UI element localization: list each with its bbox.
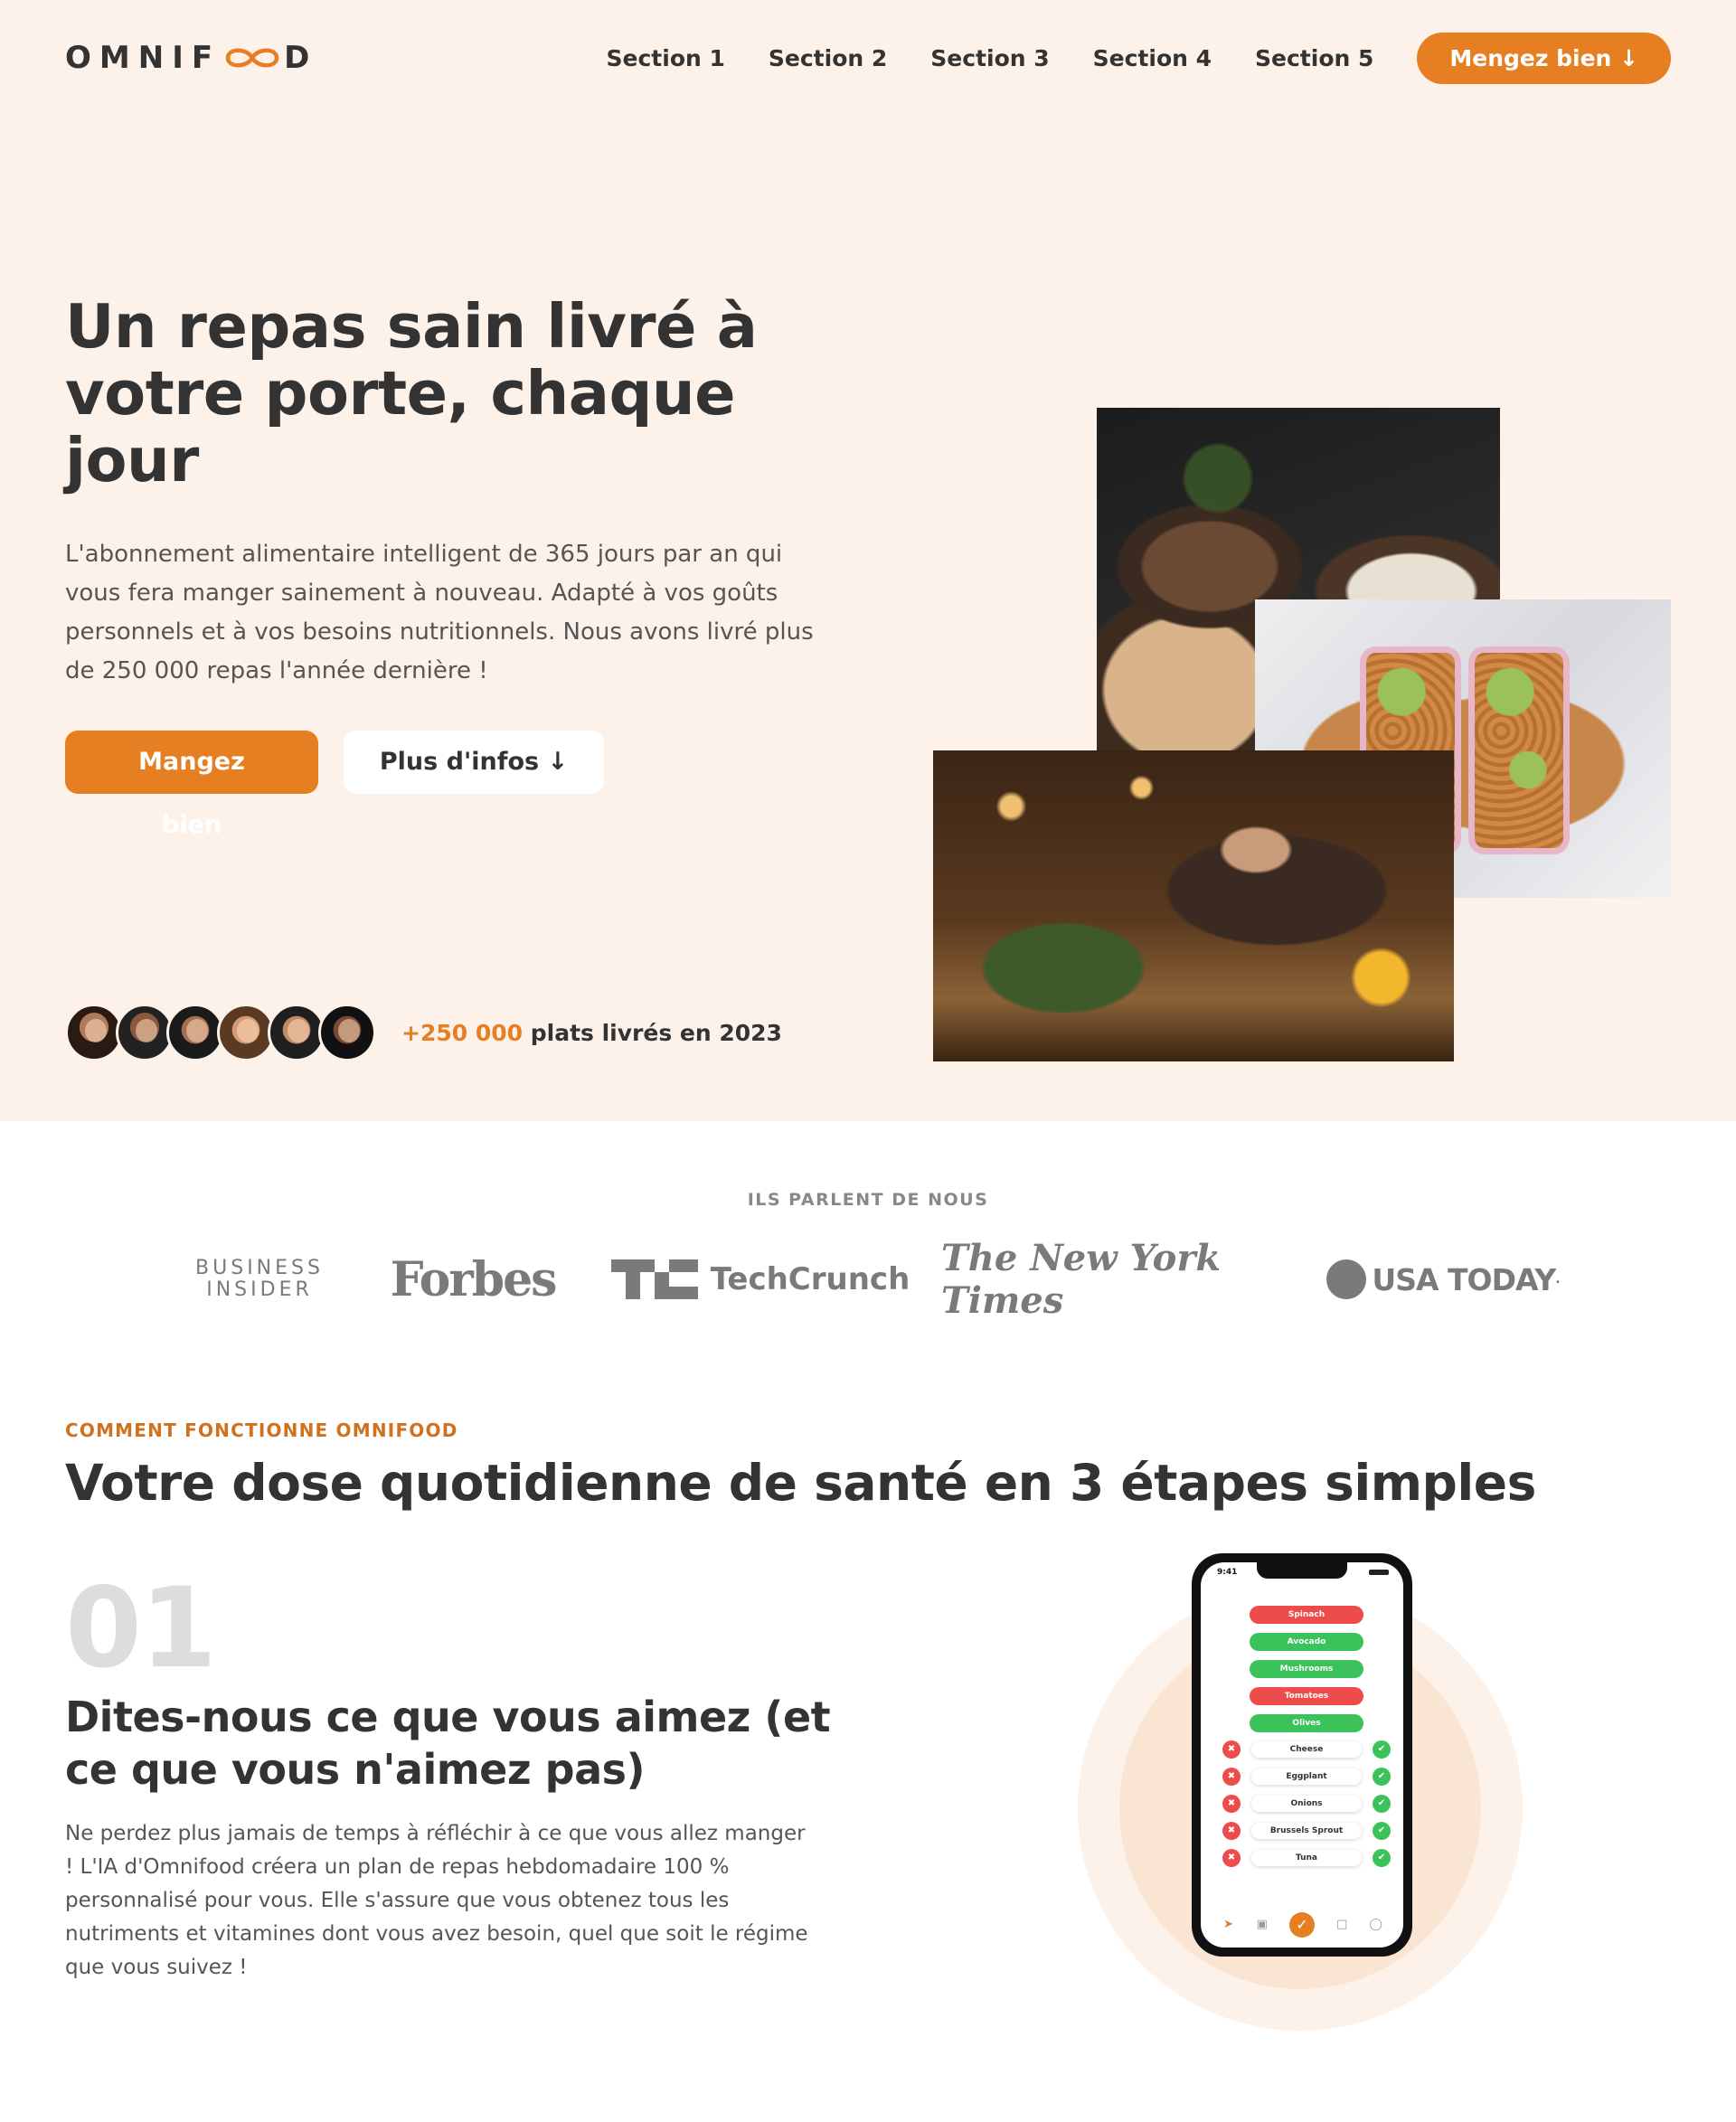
more-info-button[interactable]: Plus d'infos ↓ xyxy=(344,731,604,794)
techcrunch-logo: TechCrunch xyxy=(580,1259,941,1299)
usa-today-text: USA TODAY xyxy=(1372,1261,1556,1297)
thumbs-down-icon: ✖ xyxy=(1222,1795,1241,1813)
food-rating-row: ✖ Tuna ✔ xyxy=(1222,1848,1391,1868)
nyt-text: The New York Times xyxy=(941,1237,1222,1322)
food-pill: Avocado xyxy=(1250,1633,1363,1651)
nav-section-4[interactable]: Section 4 xyxy=(1093,45,1212,71)
food-pill: Mushrooms xyxy=(1250,1660,1363,1678)
site-header: OMNIF D Section 1 Section 2 Section 3 Se… xyxy=(0,0,1736,116)
thumbs-up-icon: ✔ xyxy=(1373,1822,1391,1840)
user-icon: ◯ xyxy=(1369,1918,1382,1931)
nav-section-2[interactable]: Section 2 xyxy=(769,45,887,71)
thumbs-down-icon: ✖ xyxy=(1222,1740,1241,1759)
hero-photo-woman-eating xyxy=(933,750,1454,1061)
food-pill: Olives xyxy=(1250,1714,1363,1732)
avatar xyxy=(65,1004,123,1061)
food-label: Cheese xyxy=(1251,1741,1362,1758)
featured-title: ILS PARLENT DE NOUS xyxy=(747,1190,989,1210)
avatar xyxy=(217,1004,275,1061)
omnifood-logo[interactable]: OMNIF D xyxy=(65,40,317,76)
forbes-text: Forbes xyxy=(390,1251,558,1307)
press-logos: BUSINESS INSIDER Forbes TechCrunch The N… xyxy=(0,1237,1736,1322)
infinity-logo-icon xyxy=(225,48,279,68)
business-insider-logo: BUSINESS INSIDER xyxy=(153,1258,366,1301)
calendar-icon: ▣ xyxy=(1256,1918,1268,1931)
step-number: 01 xyxy=(65,1564,217,1693)
delivered-label: plats livrés en 2023 xyxy=(523,1019,782,1046)
logo-text-left: OMNIF xyxy=(65,40,222,76)
thumbs-up-icon: ✔ xyxy=(1373,1795,1391,1813)
food-pill: Spinach xyxy=(1250,1606,1363,1624)
battery-icon xyxy=(1369,1570,1389,1575)
avatar xyxy=(116,1004,174,1061)
phone-notch xyxy=(1257,1562,1347,1579)
nav-section-1[interactable]: Section 1 xyxy=(607,45,725,71)
avatar xyxy=(166,1004,224,1061)
hero-section: Un repas sain livré à votre porte, chaqu… xyxy=(0,116,1736,1121)
main-nav: Section 1 Section 2 Section 3 Section 4 … xyxy=(607,32,1671,84)
rocket-icon: ➤ xyxy=(1223,1918,1234,1931)
thumbs-up-icon: ✔ xyxy=(1373,1849,1391,1867)
app-phone-mockup: 9:41 Spinach Avocado Mushrooms Tomatoes … xyxy=(1192,1553,1412,1957)
food-label: Eggplant xyxy=(1251,1768,1362,1785)
bookmark-icon: □ xyxy=(1336,1918,1348,1931)
food-rating-row: ✖ Eggplant ✔ xyxy=(1222,1767,1391,1787)
hero-text: Un repas sain livré à votre porte, chaqu… xyxy=(65,291,814,839)
phone-time: 9:41 xyxy=(1217,1568,1238,1577)
food-rating-row: ✖ Cheese ✔ xyxy=(1222,1740,1391,1759)
delivered-text: +250 000 plats livrés en 2023 xyxy=(401,1020,782,1046)
hero-title: Un repas sain livré à votre porte, chaqu… xyxy=(65,291,758,495)
meal-box xyxy=(1468,646,1570,854)
how-subheading: COMMENT FONCTIONNE OMNIFOOD xyxy=(65,1419,458,1441)
nav-section-3[interactable]: Section 3 xyxy=(930,45,1049,71)
bi-line-2: INSIDER xyxy=(206,1278,313,1301)
delivered-number: +250 000 xyxy=(401,1019,524,1046)
forbes-logo: Forbes xyxy=(366,1252,580,1307)
delivered-meals: +250 000 plats livrés en 2023 xyxy=(65,1004,782,1061)
food-label: Tuna xyxy=(1251,1850,1362,1866)
food-label: Brussels Sprout xyxy=(1251,1823,1362,1839)
food-label: Onions xyxy=(1251,1796,1362,1812)
step-description: Ne perdez plus jamais de temps à réfléch… xyxy=(65,1822,808,1979)
featured-in-section: ILS PARLENT DE NOUS BUSINESS INSIDER For… xyxy=(0,1121,1736,1329)
step-title: Dites-nous ce que vous aimez (et ce que … xyxy=(65,1693,831,1794)
nav-section-5[interactable]: Section 5 xyxy=(1255,45,1373,71)
thumbs-up-icon: ✔ xyxy=(1373,1740,1391,1759)
techcrunch-mark-icon xyxy=(610,1259,698,1299)
avatar xyxy=(318,1004,376,1061)
phone-tab-bar: ➤ ▣ ✓ □ ◯ xyxy=(1201,1911,1403,1938)
thumbs-down-icon: ✖ xyxy=(1222,1849,1241,1867)
nyt-logo: The New York Times xyxy=(941,1237,1303,1322)
usa-today-dot-icon xyxy=(1326,1259,1367,1299)
food-pill: Tomatoes xyxy=(1250,1687,1363,1705)
food-rating-row: ✖ Brussels Sprout ✔ xyxy=(1222,1821,1391,1841)
phone-screen: 9:41 Spinach Avocado Mushrooms Tomatoes … xyxy=(1201,1562,1403,1948)
thumbs-down-icon: ✖ xyxy=(1222,1768,1241,1786)
logo-text-right: D xyxy=(284,40,318,76)
usa-today-logo: USA TODAY. xyxy=(1303,1259,1583,1299)
avatar xyxy=(268,1004,326,1061)
nav-cta-button[interactable]: Mengez bien ↓ xyxy=(1417,32,1671,84)
hero-buttons: Mangez bien Plus d'infos ↓ xyxy=(65,731,807,839)
eat-well-button[interactable]: Mangez bien xyxy=(65,731,318,839)
thumbs-up-icon: ✔ xyxy=(1373,1768,1391,1786)
how-it-works-section: COMMENT FONCTIONNE OMNIFOOD Votre dose q… xyxy=(0,1329,1736,2122)
bi-line-1: BUSINESS xyxy=(195,1257,324,1279)
how-title: Votre dose quotidienne de santé en 3 éta… xyxy=(65,1454,1536,1512)
hero-description: L'abonnement alimentaire intelligent de … xyxy=(65,541,814,684)
techcrunch-text: TechCrunch xyxy=(710,1261,910,1297)
usa-today-mark: . xyxy=(1555,1272,1560,1287)
check-icon: ✓ xyxy=(1288,1912,1315,1938)
food-rating-row: ✖ Onions ✔ xyxy=(1222,1794,1391,1814)
customer-avatars xyxy=(65,1004,376,1061)
thumbs-down-icon: ✖ xyxy=(1222,1822,1241,1840)
